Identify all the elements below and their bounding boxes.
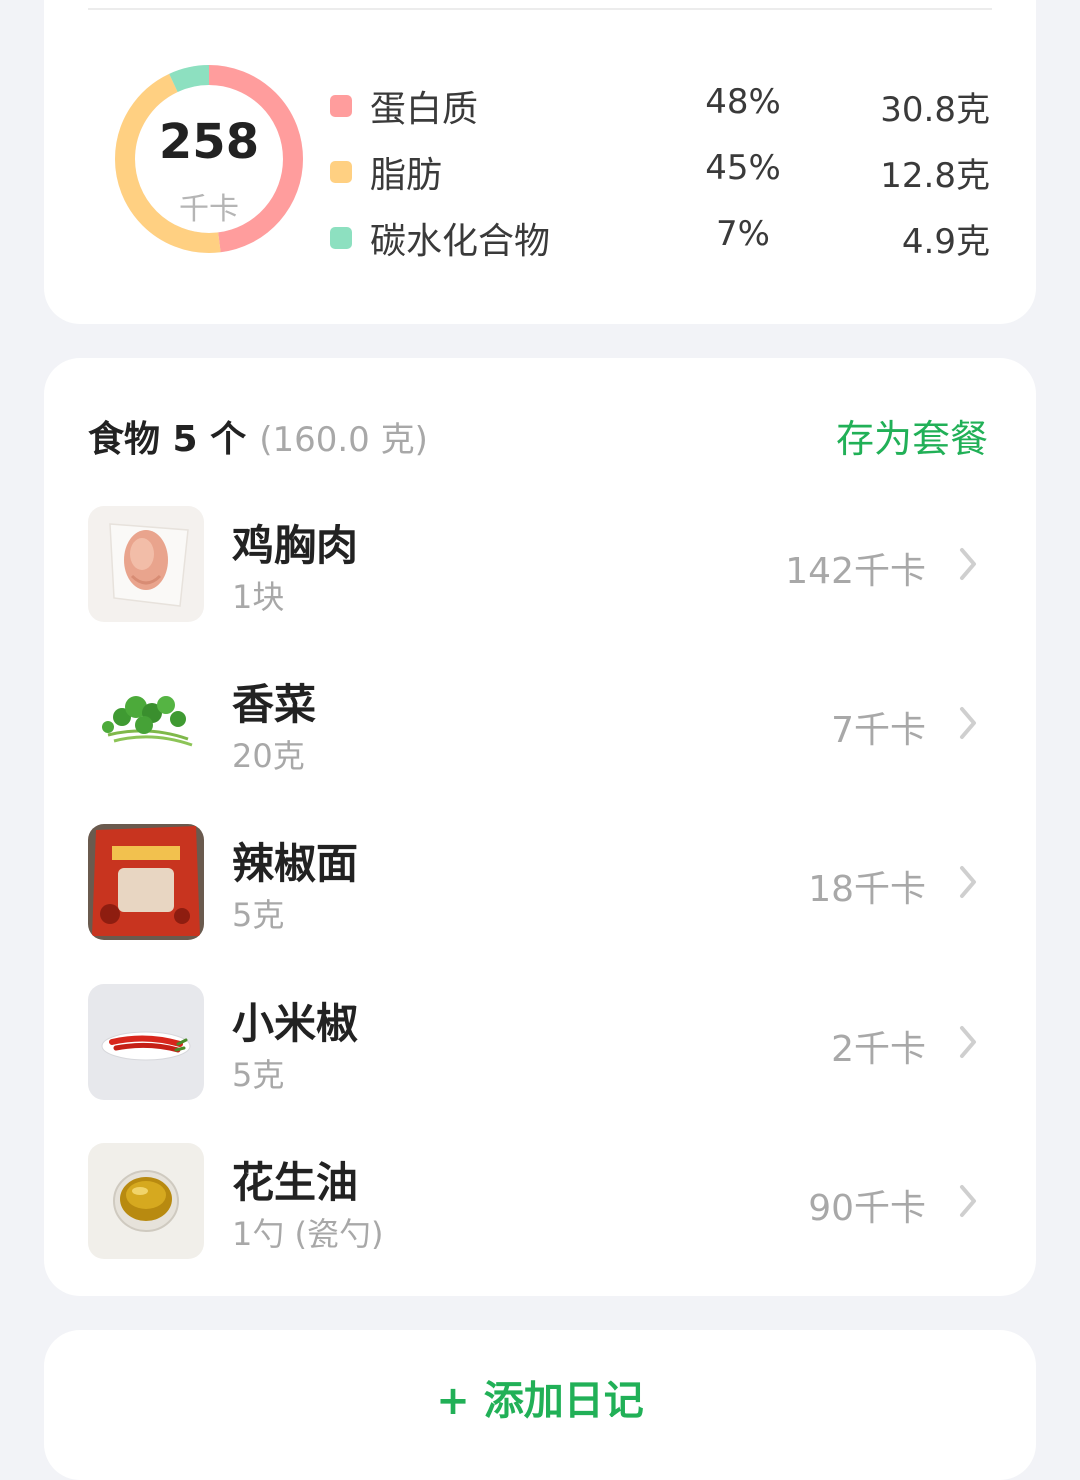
macro-amount: 4.9克 (901, 222, 990, 262)
food-item-chili-powder[interactable]: 辣椒面 5克 18千卡 (88, 824, 992, 940)
total-kcal-value: 258 (158, 114, 260, 170)
add-diary-button[interactable]: + 添加日记 (44, 1330, 1036, 1480)
fat-color-dot (330, 161, 352, 183)
chili-powder-bag-photo (88, 824, 204, 940)
food-kcal: 2千卡 (831, 1029, 926, 1070)
food-kcal: 90千卡 (808, 1188, 926, 1229)
food-quantity: 5克 (232, 1056, 285, 1094)
food-name: 鸡胸肉 (232, 521, 359, 570)
chevron-right-icon (960, 1026, 976, 1058)
food-quantity: 5克 (232, 896, 285, 934)
food-quantity: 20克 (232, 737, 305, 775)
macro-amount: 12.8克 (880, 156, 990, 196)
red-chili-photo (88, 984, 204, 1100)
divider (88, 8, 992, 10)
carbs-color-dot (330, 227, 352, 249)
food-name: 小米椒 (232, 999, 359, 1048)
add-diary-label: + 添加日记 (436, 1378, 644, 1424)
chicken-breast-photo (88, 506, 204, 622)
food-item-chicken-breast[interactable]: 鸡胸肉 1块 142千卡 (88, 506, 992, 622)
macro-percent: 48% (705, 82, 781, 122)
chevron-right-icon (960, 866, 976, 898)
nutrition-summary-card: 258 千卡 蛋白质 48% 30.8克 脂肪 45% 12.8克 碳水化合物 … (44, 0, 1036, 324)
macro-name: 蛋白质 (370, 89, 479, 130)
food-name: 辣椒面 (232, 839, 359, 888)
save-as-combo-button[interactable]: 存为套餐 (836, 408, 988, 463)
chevron-right-icon (960, 548, 976, 580)
donut-center: 258 千卡 (114, 64, 304, 254)
food-kcal: 142千卡 (785, 551, 926, 592)
chevron-right-icon (960, 1185, 976, 1217)
macro-name: 碳水化合物 (370, 221, 551, 262)
total-kcal-unit: 千卡 (179, 192, 239, 227)
food-count-title: 食物 5 个 (88, 419, 247, 460)
macro-percent: 45% (705, 148, 781, 188)
food-list-card: 食物 5 个 (160.0 克) 存为套餐 鸡胸肉 1块 142千卡 香菜 20… (44, 358, 1036, 1296)
food-name: 香菜 (232, 680, 317, 729)
macro-row-carbs: 碳水化合物 7% 4.9克 (330, 206, 990, 266)
food-kcal: 7千卡 (831, 710, 926, 751)
food-item-red-chili[interactable]: 小米椒 5克 2千卡 (88, 984, 992, 1100)
food-kcal: 18千卡 (808, 869, 926, 910)
macro-amount: 30.8克 (880, 90, 990, 130)
macro-name: 脂肪 (370, 155, 443, 196)
food-item-coriander[interactable]: 香菜 20克 7千卡 (88, 665, 992, 781)
protein-color-dot (330, 95, 352, 117)
food-list-header: 食物 5 个 (160.0 克) (88, 410, 428, 460)
coriander-photo (88, 665, 204, 781)
chevron-right-icon (960, 707, 976, 739)
food-quantity: 1勺 (瓷勺) (232, 1215, 384, 1253)
food-item-peanut-oil[interactable]: 花生油 1勺 (瓷勺) 90千卡 (88, 1143, 992, 1259)
macro-row-protein: 蛋白质 48% 30.8克 (330, 74, 990, 134)
food-quantity: 1块 (232, 578, 285, 616)
food-total-weight: (160.0 克) (259, 420, 428, 460)
macro-row-fat: 脂肪 45% 12.8克 (330, 140, 990, 200)
food-name: 花生油 (232, 1158, 359, 1207)
peanut-oil-photo (88, 1143, 204, 1259)
macro-percent: 7% (716, 214, 770, 254)
